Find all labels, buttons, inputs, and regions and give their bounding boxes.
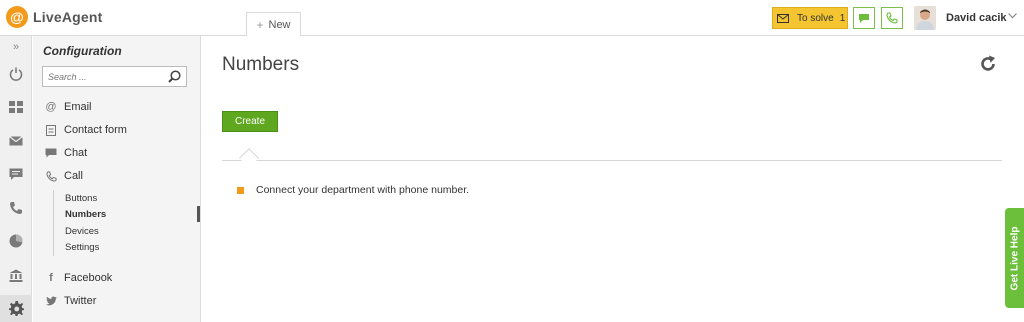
live-help-label: Get Live Help — [1009, 226, 1020, 290]
search-box — [42, 66, 187, 87]
nav-item-email[interactable]: @ Email — [43, 98, 92, 116]
submenu-guide-line — [53, 190, 54, 256]
form-icon — [43, 124, 59, 136]
main-content: Numbers Create Connect your department w… — [202, 36, 1024, 322]
facebook-icon: f — [49, 272, 53, 284]
page-title: Numbers — [222, 54, 300, 75]
new-tab[interactable]: + New — [246, 12, 301, 36]
nav-item-label: Email — [64, 101, 92, 113]
twitter-icon — [43, 296, 59, 306]
subnav-item-settings[interactable]: Settings — [65, 239, 99, 255]
at-icon: @ — [45, 101, 57, 113]
nav-item-facebook[interactable]: f Facebook — [43, 269, 112, 287]
info-bullet — [237, 186, 244, 194]
chat-icon[interactable] — [0, 161, 32, 187]
subnav-item-devices[interactable]: Devices — [65, 223, 99, 239]
icon-rail: » — [0, 36, 32, 322]
tickets-icon[interactable] — [0, 128, 32, 154]
nav-item-label: Chat — [64, 147, 88, 159]
nav-item-label: Facebook — [64, 272, 113, 284]
subnav-item-buttons[interactable]: Buttons — [65, 190, 97, 206]
to-solve-count: 1 — [839, 12, 846, 24]
plus-icon: + — [256, 17, 264, 32]
knowledgebase-icon[interactable] — [0, 262, 32, 288]
avatar[interactable] — [914, 6, 936, 30]
dashboard-icon[interactable] — [0, 94, 32, 120]
subnav-item-numbers[interactable]: Numbers — [65, 206, 106, 222]
new-tab-label: New — [268, 18, 291, 31]
nav-item-label: Twitter — [64, 295, 97, 307]
create-button[interactable]: Create — [222, 111, 278, 132]
divider-notch — [239, 148, 259, 168]
active-item-marker — [197, 206, 200, 222]
search-icon[interactable] — [168, 70, 181, 88]
phone-icon — [886, 12, 898, 24]
configuration-sidebar: Configuration @ Email Contact form Chat … — [33, 36, 201, 322]
nav-item-label: Call — [64, 170, 83, 182]
chat-icon — [859, 13, 869, 23]
config-title: Configuration — [43, 44, 122, 58]
refresh-icon[interactable] — [978, 54, 998, 79]
search-input[interactable] — [43, 67, 163, 87]
nav-item-twitter[interactable]: Twitter — [43, 292, 96, 310]
get-live-help-button[interactable]: Get Live Help — [1005, 208, 1024, 308]
section-divider — [222, 160, 1002, 161]
settings-icon[interactable] — [0, 295, 32, 322]
phone-icon — [43, 170, 59, 182]
to-solve-button[interactable]: To solve 1 — [772, 7, 848, 29]
reports-icon[interactable] — [0, 228, 32, 254]
expand-icon[interactable]: » — [0, 36, 32, 58]
top-bar: @ LiveAgent + New To solve 1 David cacik — [0, 0, 1024, 36]
logo-badge: @ — [6, 6, 28, 28]
nav-item-label: Contact form — [64, 124, 127, 136]
chat-status-button[interactable] — [853, 7, 875, 29]
phone-status-button[interactable] — [881, 7, 903, 29]
logo[interactable]: @ LiveAgent — [6, 6, 102, 28]
info-message: Connect your department with phone numbe… — [237, 184, 469, 196]
power-icon[interactable] — [0, 61, 32, 87]
calls-icon[interactable] — [0, 195, 32, 221]
chevron-down-icon[interactable] — [1008, 11, 1017, 22]
nav-item-contact-form[interactable]: Contact form — [43, 121, 127, 139]
info-text: Connect your department with phone numbe… — [256, 184, 470, 196]
nav-item-chat[interactable]: Chat — [43, 144, 87, 162]
app-title: LiveAgent — [33, 9, 103, 25]
envelope-icon — [773, 8, 793, 28]
chat-bubble-icon — [43, 148, 59, 158]
user-name[interactable]: David cacik — [946, 12, 1007, 24]
nav-item-call[interactable]: Call — [43, 167, 83, 185]
to-solve-label: To solve — [797, 12, 834, 24]
